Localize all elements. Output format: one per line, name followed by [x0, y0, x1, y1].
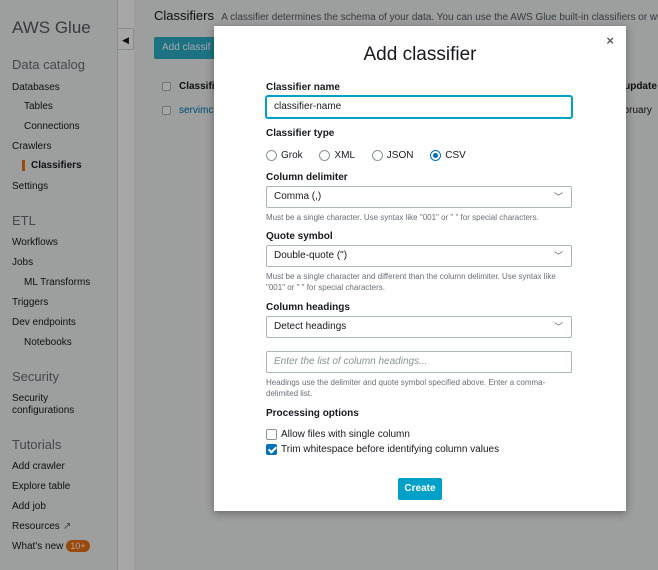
radio-xml-dot: [319, 150, 331, 161]
column-delimiter-label: Column delimiter: [266, 172, 348, 183]
allow-single-column-checkbox[interactable]: [266, 429, 277, 440]
classifier-name-label: Classifier name: [266, 82, 340, 93]
radio-json[interactable]: JSON: [371, 150, 414, 161]
trim-whitespace-label: Trim whitespace before identifying colum…: [281, 444, 500, 455]
column-delimiter-value: Comma (,): [274, 191, 322, 202]
chevron-down-icon: ﹀: [553, 251, 563, 261]
column-headings-value: Detect headings: [274, 321, 347, 332]
radio-csv[interactable]: CSV: [430, 150, 466, 161]
dialog-title: Add classifier: [363, 44, 477, 65]
column-headings-hint: Headings use the delimiter and quote sym…: [266, 378, 546, 398]
column-delimiter-select[interactable]: Comma (,) ﹀: [266, 186, 572, 208]
radio-grok-label: Grok: [281, 150, 303, 161]
add-classifier-dialog: × Add classifier Classifier name classif…: [214, 26, 626, 511]
quote-symbol-label: Quote symbol: [266, 231, 333, 242]
quote-symbol-select[interactable]: Double-quote (") ﹀: [266, 245, 572, 267]
chevron-down-icon: ﹀: [553, 322, 563, 332]
radio-grok-dot: [266, 150, 277, 161]
classifier-name-input[interactable]: classifier-name: [266, 96, 572, 118]
radio-xml-label: XML: [334, 150, 356, 161]
radio-csv-label: CSV: [445, 150, 466, 161]
allow-single-column-label: Allow files with single column: [281, 429, 410, 440]
quote-symbol-hint: Must be a single character and different…: [266, 272, 556, 292]
quote-symbol-value: Double-quote ("): [274, 250, 348, 261]
allow-single-column-option[interactable]: Allow files with single column: [266, 429, 410, 440]
column-headings-input[interactable]: Enter the list of column headings...: [266, 351, 572, 373]
radio-json-dot: [371, 150, 383, 161]
radio-xml[interactable]: XML: [319, 150, 355, 161]
create-button[interactable]: Create: [398, 478, 442, 500]
trim-whitespace-checkbox[interactable]: [266, 444, 277, 455]
classifier-type-group: Grok XML JSON CSV: [266, 150, 480, 164]
radio-csv-dot: [430, 150, 442, 161]
trim-whitespace-option[interactable]: Trim whitespace before identifying colum…: [266, 444, 499, 455]
column-headings-select[interactable]: Detect headings ﹀: [266, 316, 572, 338]
classifier-type-label: Classifier type: [266, 128, 335, 139]
column-delimiter-hint: Must be a single character. Use syntax l…: [266, 213, 539, 222]
radio-grok[interactable]: Grok: [266, 150, 303, 161]
column-headings-label: Column headings: [266, 302, 350, 313]
radio-json-label: JSON: [386, 150, 414, 161]
processing-options-label: Processing options: [266, 408, 359, 419]
chevron-down-icon: ﹀: [553, 192, 563, 202]
